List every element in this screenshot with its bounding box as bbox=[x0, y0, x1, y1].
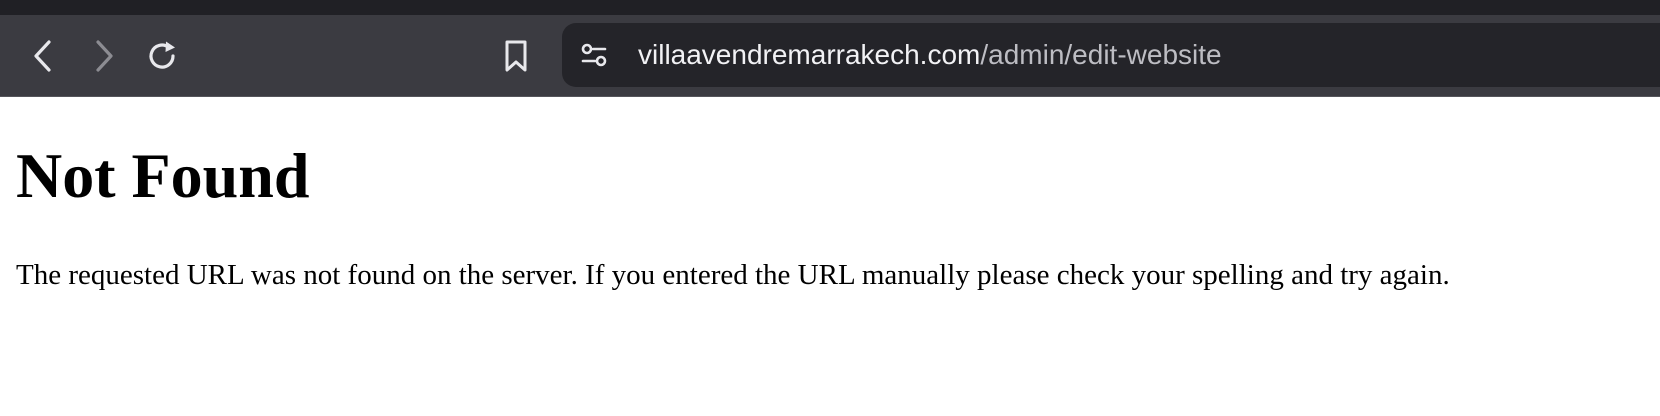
reload-icon bbox=[149, 41, 175, 69]
site-settings-button[interactable] bbox=[574, 35, 614, 75]
chevron-left-icon bbox=[34, 40, 51, 72]
browser-toolbar: villaavendremarrakech.com/admin/edit-web… bbox=[0, 15, 1660, 97]
bookmark-button[interactable] bbox=[496, 36, 536, 76]
reload-button[interactable] bbox=[142, 36, 182, 76]
address-bar[interactable]: villaavendremarrakech.com/admin/edit-web… bbox=[562, 23, 1660, 87]
url-host: villaavendremarrakech.com bbox=[638, 39, 981, 70]
page-content: Not Found The requested URL was not foun… bbox=[0, 97, 1660, 416]
page-title: Not Found bbox=[16, 140, 310, 211]
sliders-icon bbox=[581, 43, 607, 67]
error-message: The requested URL was not found on the s… bbox=[16, 259, 1450, 291]
address-bar-url[interactable]: villaavendremarrakech.com/admin/edit-web… bbox=[638, 23, 1222, 87]
url-path: /admin/edit-website bbox=[980, 39, 1222, 70]
bookmark-icon bbox=[505, 40, 527, 72]
back-button[interactable] bbox=[24, 36, 64, 76]
window-top-strip bbox=[0, 0, 1660, 15]
forward-button[interactable] bbox=[83, 36, 123, 76]
chevron-right-icon bbox=[96, 40, 113, 72]
